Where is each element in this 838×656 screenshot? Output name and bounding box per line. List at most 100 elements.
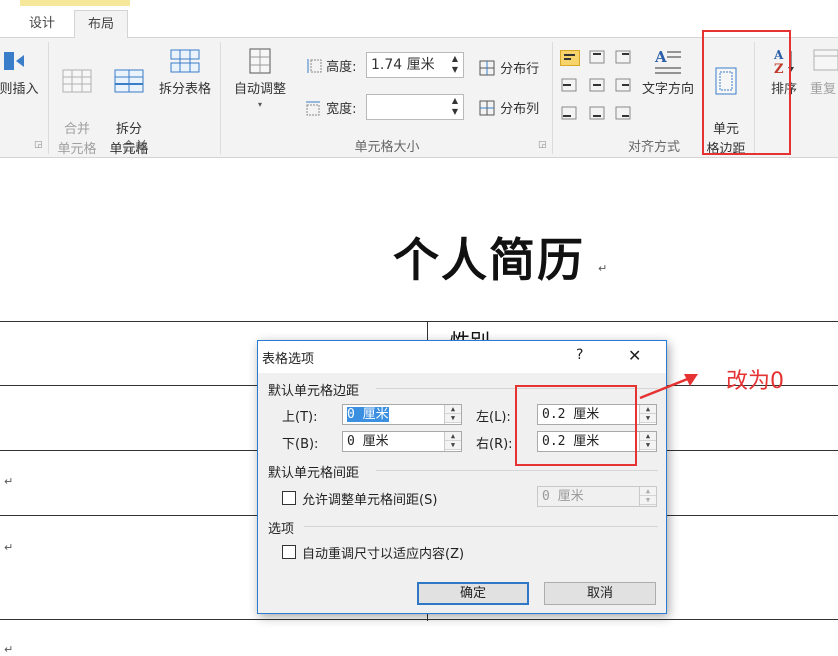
tab-design[interactable]: 设计 [18, 10, 66, 38]
table-properties-dialog-launcher[interactable]: ◲ [538, 140, 548, 150]
distribute-cols-label: 分布列 [500, 102, 540, 117]
right-margin-label: 右(R): [476, 437, 513, 452]
align-bottom-center-icon [589, 106, 605, 120]
split-table-icon [170, 49, 200, 73]
insert-right-button[interactable]: 则插入 [0, 46, 42, 100]
align-middle-right-icon [615, 78, 631, 92]
align-top-right-icon [615, 50, 631, 64]
merge-cells-icon [62, 69, 92, 93]
distribute-rows-icon [479, 60, 495, 75]
annotation-margins-highlight [515, 385, 637, 466]
ok-button[interactable]: 确定 [417, 582, 529, 605]
right-margin-spinner-icon[interactable]: ▲ ▼ [639, 432, 656, 451]
repeat-header-label: 重复 [810, 82, 837, 97]
word-window: 设计 布局 则插入 ◲ 合并 单元格 拆分 单元格 拆分表格 合并 自动调整 ▾… [0, 0, 838, 656]
height-label: 高度: [326, 60, 357, 75]
repeat-header-icon [813, 49, 838, 71]
section-divider [304, 526, 658, 527]
cell-spacing-value: 0 厘米 [542, 489, 584, 504]
width-input[interactable]: ▲ ▼ [366, 94, 464, 120]
autofit-button[interactable]: 自动调整 ▾ [226, 46, 294, 110]
split-table-label: 拆分表格 [158, 82, 211, 97]
table-border-line [0, 321, 838, 322]
align-middle-center-icon [589, 78, 605, 92]
left-margin-label: 左(L): [476, 410, 511, 425]
section-default-spacing: 默认单元格间距 [268, 466, 360, 481]
autofit-icon [249, 48, 271, 74]
align-top-left-button[interactable] [560, 50, 580, 66]
top-margin-value: 0 厘米 [347, 407, 389, 422]
rows-columns-dialog-launcher[interactable]: ◲ [34, 140, 44, 150]
bottom-margin-spinner-icon[interactable]: ▲ ▼ [444, 432, 461, 451]
left-margin-spinner-icon[interactable]: ▲ ▼ [639, 405, 656, 424]
text-direction-icon: A [654, 48, 681, 74]
section-default-margins: 默认单元格边距 [268, 384, 360, 399]
split-cells-icon [114, 69, 144, 93]
align-bottom-center-button[interactable] [588, 106, 608, 122]
cell-spacing-spinner-icon[interactable]: ▲ ▼ [639, 487, 656, 506]
top-margin-input[interactable]: 0 厘米 ▲ ▼ [342, 404, 462, 425]
repeat-header-button[interactable]: 重复 [810, 46, 838, 100]
distribute-cols-icon [479, 100, 495, 115]
group-separator [48, 42, 49, 154]
close-icon[interactable]: ✕ [628, 346, 641, 365]
align-bottom-left-button[interactable] [560, 106, 580, 122]
text-direction-label: 文字方向 [641, 82, 694, 97]
allow-spacing-checkbox[interactable] [282, 491, 296, 505]
distribute-rows-button[interactable]: 分布行 [478, 58, 539, 77]
align-top-center-button[interactable] [588, 50, 608, 66]
align-top-left-icon [564, 54, 575, 60]
text-direction-button[interactable]: A 文字方向 [636, 46, 700, 100]
group-separator [552, 42, 553, 154]
table-border-line [0, 619, 838, 620]
top-margin-spinner-icon[interactable]: ▲ ▼ [444, 405, 461, 424]
annotation-text: 改为0 [726, 369, 784, 394]
svg-text:A: A [654, 48, 667, 66]
distribute-rows-label: 分布行 [500, 62, 540, 77]
autoresize-label: 自动重调尺寸以适应内容(Z) [302, 547, 465, 562]
insert-right-label: 则插入 [0, 82, 39, 97]
height-value: 1.74 厘米 [371, 57, 435, 73]
merge-group-label: 合并 [121, 140, 148, 155]
tab-layout[interactable]: 布局 [74, 10, 128, 39]
cell-spacing-input[interactable]: 0 厘米 ▲ ▼ [537, 486, 657, 507]
row-height-control: 高度: [304, 56, 357, 75]
width-spinner-icon[interactable]: ▲ ▼ [447, 95, 463, 119]
table-options-dialog: 表格选项 ? ✕ 默认单元格边距 上(T): 0 厘米 ▲ ▼ 左(L): 0.2… [257, 340, 667, 614]
table-tools-context-label [20, 0, 130, 6]
group-separator [220, 42, 221, 154]
paragraph-mark: ↵ [4, 541, 14, 554]
dialog-titlebar: 表格选项 ? ✕ [258, 341, 666, 373]
align-bottom-right-button[interactable] [614, 106, 634, 122]
align-middle-left-icon [561, 78, 577, 92]
insert-right-icon [4, 52, 24, 70]
distribute-cols-button[interactable]: 分布列 [478, 98, 539, 117]
section-options: 选项 [268, 522, 295, 537]
height-input[interactable]: 1.74 厘米 ▲ ▼ [366, 52, 464, 78]
row-height-icon [307, 58, 322, 73]
split-table-button[interactable]: 拆分表格 [154, 46, 216, 100]
align-middle-right-button[interactable] [614, 78, 634, 94]
autoresize-checkbox[interactable] [282, 545, 296, 559]
align-middle-left-button[interactable] [560, 78, 580, 94]
paragraph-mark: ↵ [598, 262, 608, 275]
top-margin-label: 上(T): [282, 410, 318, 425]
height-spinner-icon[interactable]: ▲ ▼ [447, 53, 463, 77]
bottom-margin-value: 0 厘米 [347, 434, 389, 449]
cancel-button[interactable]: 取消 [544, 582, 656, 605]
col-width-control: 宽度: [304, 98, 357, 117]
document-title[interactable]: 个人简历 [393, 224, 585, 290]
col-width-icon [306, 101, 320, 115]
bottom-margin-label: 下(B): [282, 437, 319, 452]
align-bottom-left-icon [561, 106, 577, 120]
paragraph-mark: ↵ [4, 475, 14, 488]
dialog-title: 表格选项 [262, 352, 315, 367]
autofit-dropdown-icon: ▾ [257, 100, 262, 109]
align-middle-center-button[interactable] [588, 78, 608, 94]
align-top-right-button[interactable] [614, 50, 634, 66]
help-icon[interactable]: ? [576, 347, 583, 363]
allow-spacing-label: 允许调整单元格间距(S) [302, 493, 438, 508]
autofit-label: 自动调整 [233, 82, 286, 97]
paragraph-mark: ↵ [4, 643, 14, 656]
bottom-margin-input[interactable]: 0 厘米 ▲ ▼ [342, 431, 462, 452]
